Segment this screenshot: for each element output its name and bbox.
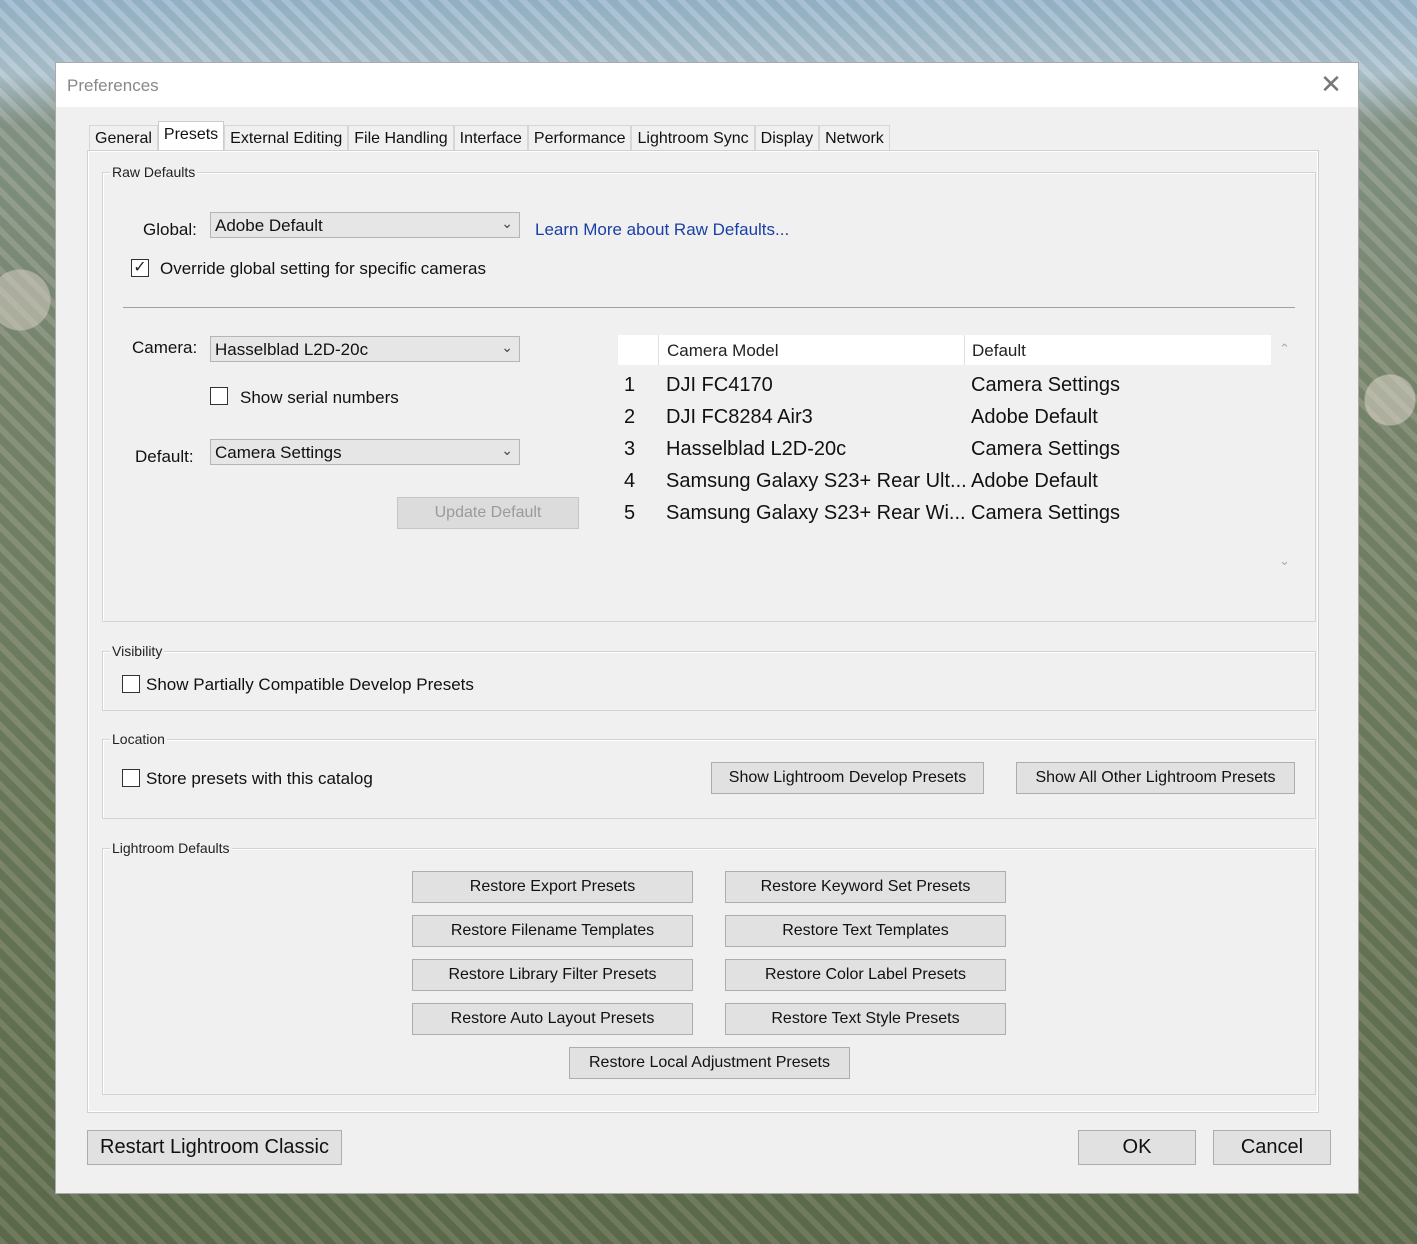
store-presets-checkbox[interactable] bbox=[122, 769, 140, 787]
row-number: 5 bbox=[624, 502, 636, 524]
table-header: Camera Model Default bbox=[618, 335, 1271, 365]
override-label: Override global setting for specific cam… bbox=[160, 259, 486, 278]
row-number: 3 bbox=[624, 438, 636, 460]
column-header-default[interactable]: Default bbox=[972, 341, 1026, 361]
checkmark-icon: ✓ bbox=[133, 259, 147, 276]
chevron-down-icon: ⌄ bbox=[501, 442, 513, 458]
camera-model: Samsung Galaxy S23+ Rear Ult... bbox=[666, 470, 967, 492]
tab-bar: General Presets External Editing File Ha… bbox=[89, 121, 890, 152]
column-separator bbox=[658, 335, 659, 365]
location-label: Location bbox=[110, 731, 167, 747]
tab-interface[interactable]: Interface bbox=[453, 125, 528, 152]
presets-panel: Raw Defaults Global: Adobe Default ⌄ Lea… bbox=[87, 150, 1319, 1113]
tab-presets[interactable]: Presets bbox=[157, 121, 225, 152]
column-header-camera-model[interactable]: Camera Model bbox=[667, 341, 779, 361]
restore-local-adjustment-presets-button[interactable]: Restore Local Adjustment Presets bbox=[569, 1047, 850, 1079]
scroll-up-icon[interactable]: ⌃ bbox=[1279, 341, 1290, 357]
camera-model: DJI FC8284 Air3 bbox=[666, 406, 813, 428]
camera-select-value: Hasselblad L2D-20c bbox=[215, 340, 369, 359]
lightroom-defaults-label: Lightroom Defaults bbox=[110, 840, 232, 856]
serial-numbers-checkbox[interactable] bbox=[210, 387, 228, 405]
camera-select[interactable]: Hasselblad L2D-20c ⌄ bbox=[210, 336, 520, 362]
tab-network[interactable]: Network bbox=[819, 125, 890, 152]
learn-more-link[interactable]: Learn More about Raw Defaults... bbox=[535, 220, 789, 240]
show-other-presets-button[interactable]: Show All Other Lightroom Presets bbox=[1016, 762, 1295, 794]
camera-defaults-table: Camera Model Default 1 DJI FC4170 Camera… bbox=[618, 335, 1271, 575]
lightroom-defaults-group: Lightroom Defaults Restore Export Preset… bbox=[102, 840, 1316, 1095]
visibility-label: Visibility bbox=[110, 643, 165, 659]
camera-label: Camera: bbox=[132, 338, 198, 357]
default-select[interactable]: Camera Settings ⌄ bbox=[210, 439, 520, 465]
ok-button[interactable]: OK bbox=[1078, 1130, 1196, 1165]
camera-default: Camera Settings bbox=[971, 502, 1120, 524]
camera-model: DJI FC4170 bbox=[666, 374, 773, 396]
partial-compatible-checkbox[interactable] bbox=[122, 675, 140, 693]
scroll-down-icon[interactable]: ⌄ bbox=[1279, 553, 1290, 569]
restore-text-style-presets-button[interactable]: Restore Text Style Presets bbox=[725, 1003, 1006, 1035]
preferences-dialog: Preferences ✕ General Presets External E… bbox=[55, 62, 1359, 1194]
camera-model: Hasselblad L2D-20c bbox=[666, 438, 847, 460]
tab-performance[interactable]: Performance bbox=[527, 125, 632, 152]
chevron-down-icon: ⌄ bbox=[501, 339, 513, 355]
restore-color-label-presets-button[interactable]: Restore Color Label Presets bbox=[725, 959, 1006, 991]
camera-default: Adobe Default bbox=[971, 470, 1098, 492]
divider bbox=[123, 307, 1295, 308]
table-row[interactable]: 3 Hasselblad L2D-20c Camera Settings bbox=[618, 435, 1271, 465]
raw-defaults-group: Raw Defaults Global: Adobe Default ⌄ Lea… bbox=[102, 164, 1316, 622]
row-number: 2 bbox=[624, 406, 636, 428]
restart-lightroom-button[interactable]: Restart Lightroom Classic bbox=[87, 1130, 342, 1165]
tab-external-editing[interactable]: External Editing bbox=[224, 125, 349, 152]
table-row[interactable]: 1 DJI FC4170 Camera Settings bbox=[618, 371, 1271, 401]
tab-lightroom-sync[interactable]: Lightroom Sync bbox=[631, 125, 755, 152]
cancel-button[interactable]: Cancel bbox=[1213, 1130, 1331, 1165]
camera-default: Camera Settings bbox=[971, 374, 1120, 396]
override-checkbox[interactable]: ✓ bbox=[131, 259, 149, 277]
serial-numbers-label: Show serial numbers bbox=[240, 388, 399, 407]
global-label: Global: bbox=[143, 220, 197, 239]
title-bar: Preferences ✕ bbox=[56, 63, 1358, 107]
table-row[interactable]: 4 Samsung Galaxy S23+ Rear Ult... Adobe … bbox=[618, 467, 1271, 497]
chevron-down-icon: ⌄ bbox=[501, 215, 513, 231]
close-icon[interactable]: ✕ bbox=[1318, 71, 1344, 97]
tab-file-handling[interactable]: File Handling bbox=[348, 125, 454, 152]
column-separator bbox=[964, 335, 965, 365]
restore-keyword-set-presets-button[interactable]: Restore Keyword Set Presets bbox=[725, 871, 1006, 903]
camera-default: Adobe Default bbox=[971, 406, 1098, 428]
restore-auto-layout-presets-button[interactable]: Restore Auto Layout Presets bbox=[412, 1003, 693, 1035]
show-develop-presets-button[interactable]: Show Lightroom Develop Presets bbox=[711, 762, 984, 794]
restore-export-presets-button[interactable]: Restore Export Presets bbox=[412, 871, 693, 903]
table-row[interactable]: 2 DJI FC8284 Air3 Adobe Default bbox=[618, 403, 1271, 433]
camera-model: Samsung Galaxy S23+ Rear Wi... bbox=[666, 502, 966, 524]
update-default-button[interactable]: Update Default bbox=[397, 497, 579, 529]
partial-compatible-label: Show Partially Compatible Develop Preset… bbox=[146, 675, 474, 694]
tab-display[interactable]: Display bbox=[754, 125, 820, 152]
table-row[interactable]: 5 Samsung Galaxy S23+ Rear Wi... Camera … bbox=[618, 499, 1271, 529]
default-label: Default: bbox=[135, 447, 194, 466]
raw-defaults-label: Raw Defaults bbox=[110, 164, 198, 180]
window-title: Preferences bbox=[67, 76, 159, 95]
camera-default: Camera Settings bbox=[971, 438, 1120, 460]
visibility-group: Visibility Show Partially Compatible Dev… bbox=[102, 643, 1316, 711]
global-select[interactable]: Adobe Default ⌄ bbox=[210, 212, 520, 238]
restore-library-filter-presets-button[interactable]: Restore Library Filter Presets bbox=[412, 959, 693, 991]
location-group: Location Store presets with this catalog… bbox=[102, 731, 1316, 819]
restore-filename-templates-button[interactable]: Restore Filename Templates bbox=[412, 915, 693, 947]
store-presets-label: Store presets with this catalog bbox=[146, 769, 373, 788]
global-select-value: Adobe Default bbox=[215, 216, 323, 235]
tab-general[interactable]: General bbox=[89, 125, 158, 152]
restore-text-templates-button[interactable]: Restore Text Templates bbox=[725, 915, 1006, 947]
row-number: 4 bbox=[624, 470, 636, 492]
default-select-value: Camera Settings bbox=[215, 443, 342, 462]
row-number: 1 bbox=[624, 374, 636, 396]
